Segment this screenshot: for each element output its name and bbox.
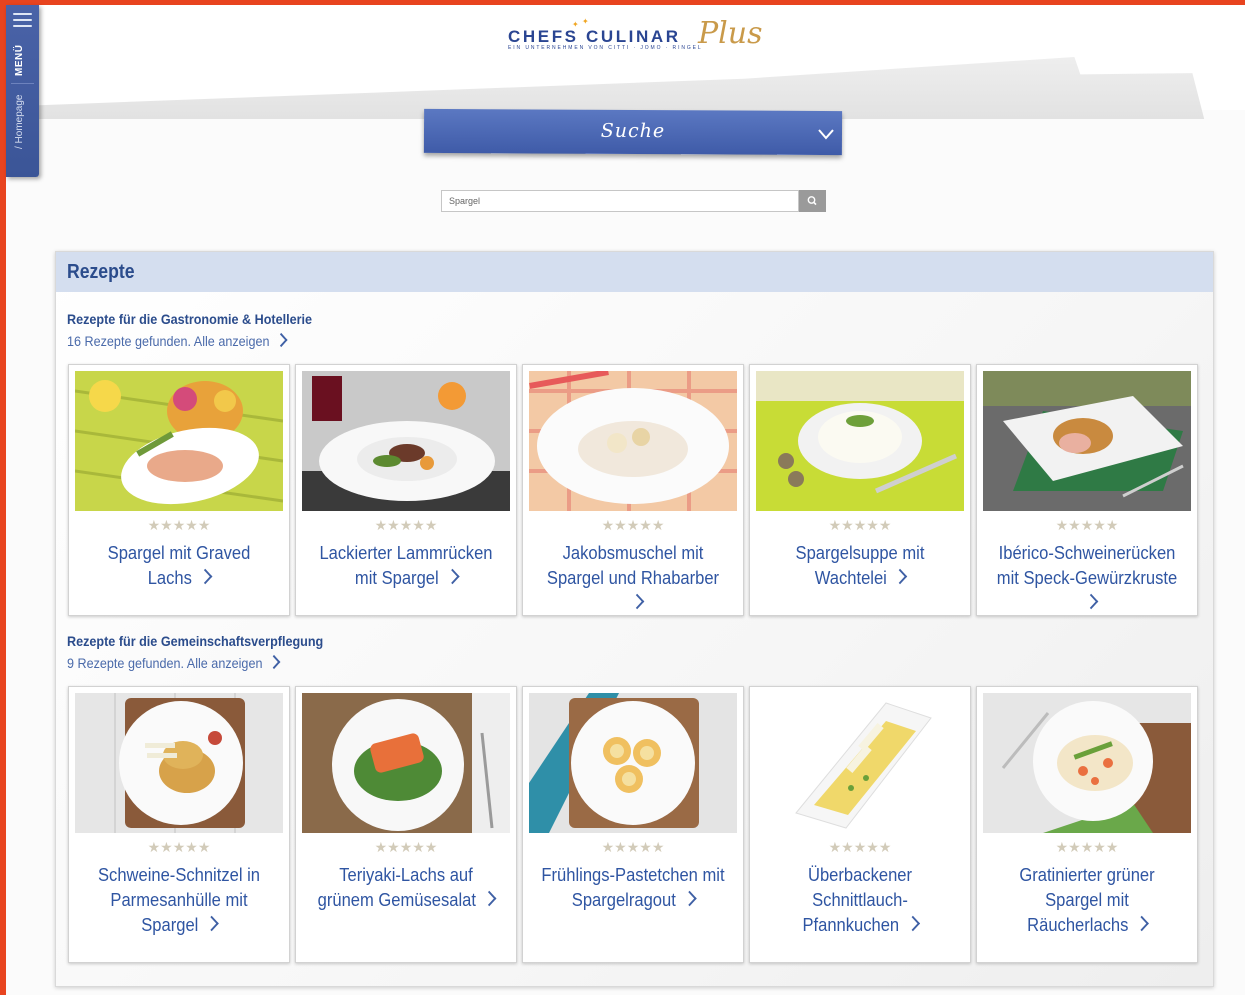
section-title-gastronomie: Rezepte für die Gastronomie & Hotellerie xyxy=(67,311,313,327)
search-button[interactable] xyxy=(799,190,826,212)
recipe-card[interactable]: ★★★★★ Ibérico-Schweinerücken mit Speck-G… xyxy=(976,364,1198,616)
logo-plus-script: Plus xyxy=(698,16,763,51)
rating-stars: ★★★★★ xyxy=(374,839,438,855)
search-bar xyxy=(441,190,826,212)
recipe-image xyxy=(75,693,283,833)
recipe-card[interactable]: ★★★★★ Schweine-Schnitzel in Parmesanhüll… xyxy=(68,686,290,963)
chevron-right-icon xyxy=(682,890,697,907)
chevron-right-icon xyxy=(267,654,281,670)
menu-divider xyxy=(11,83,34,84)
logo-subtitle: EIN UNTERNEHMEN VON CITTI · JOMO · RINGE… xyxy=(508,45,703,51)
recipe-title-text: Frühlings-Pastetchen mit Spargelragout xyxy=(541,865,725,910)
search-icon xyxy=(807,196,817,206)
rating-stars: ★★★★★ xyxy=(1055,517,1119,533)
recipe-card[interactable]: ★★★★★ Spargel mit Graved Lachs xyxy=(68,364,290,616)
recipe-title[interactable]: Frühlings-Pastetchen mit Spargelragout xyxy=(539,863,727,913)
show-all-link-gastronomie[interactable]: 16 Rezepte gefunden. Alle anzeigen xyxy=(67,332,288,349)
recipe-title[interactable]: Gratinierter grüner Spargel mit Räucherl… xyxy=(993,863,1181,938)
recipe-image xyxy=(75,371,283,511)
rating-stars: ★★★★★ xyxy=(1055,839,1119,855)
rating-stars: ★★★★★ xyxy=(828,839,892,855)
recipe-title[interactable]: Jakobsmuschel mit Spargel und Rhabarber xyxy=(539,541,727,616)
rating-stars: ★★★★★ xyxy=(147,839,211,855)
side-menu-tab[interactable]: MENÜ / Homepage xyxy=(6,5,39,177)
chevron-down-icon xyxy=(818,129,834,140)
recipe-title-text: Lackierter Lammrücken mit Spargel xyxy=(319,543,493,588)
recipe-title-text: Spargel mit Graved Lachs xyxy=(107,543,251,588)
search-input[interactable] xyxy=(441,190,799,212)
chevron-right-icon xyxy=(905,915,920,932)
recipe-image xyxy=(302,693,510,833)
recipe-card[interactable]: ★★★★★ Jakobsmuschel mit Spargel und Rhab… xyxy=(522,364,744,616)
recipe-title[interactable]: Spargel mit Graved Lachs xyxy=(85,541,273,591)
section-title-gemeinschaft: Rezepte für die Gemeinschaftsverpflegung xyxy=(67,633,324,649)
show-all-link-label: 9 Rezepte gefunden. Alle anzeigen xyxy=(67,655,263,671)
rating-stars: ★★★★★ xyxy=(601,517,665,533)
show-all-link-gemeinschaft[interactable]: 9 Rezepte gefunden. Alle anzeigen xyxy=(67,654,281,671)
search-banner-title: Suche xyxy=(600,119,666,143)
recipe-card[interactable]: ★★★★★ Lackierter Lammrücken mit Spargel xyxy=(295,364,517,616)
recipe-title[interactable]: Lackierter Lammrücken mit Spargel xyxy=(312,541,500,591)
recipe-title-text: Gratinierter grüner Spargel mit Räucherl… xyxy=(1019,865,1155,935)
show-all-link-label: 16 Rezepte gefunden. Alle anzeigen xyxy=(67,333,270,349)
rating-stars: ★★★★★ xyxy=(828,517,892,533)
recipe-card[interactable]: ★★★★★ Spargelsuppe mit Wachtelei xyxy=(749,364,971,616)
homepage-link[interactable]: / Homepage xyxy=(14,91,30,153)
recipe-title-text: Spargelsuppe mit Wachtelei xyxy=(795,543,925,588)
rating-stars: ★★★★★ xyxy=(601,839,665,855)
recipe-card[interactable]: ★★★★★ Frühlings-Pastetchen mit Spargelra… xyxy=(522,686,744,963)
recipes-panel-header: Rezepte xyxy=(56,252,1213,292)
rating-stars: ★★★★★ xyxy=(147,517,211,533)
logo-star-icon: ✦ xyxy=(582,17,589,26)
recipe-title[interactable]: Spargelsuppe mit Wachtelei xyxy=(766,541,954,591)
recipe-image xyxy=(983,693,1191,833)
chevron-right-icon xyxy=(204,915,219,932)
menu-label[interactable]: MENÜ xyxy=(14,43,30,77)
chefs-culinar-logo[interactable]: ✦ ✦ CHEFS CULINAR EIN UNTERNEHMEN VON CI… xyxy=(506,16,768,57)
chevron-right-icon xyxy=(444,568,460,585)
recipe-card[interactable]: ★★★★★ Teriyaki-Lachs auf grünem Gemüsesa… xyxy=(295,686,517,963)
recipe-card[interactable]: ★★★★★ Gratinierter grüner Spargel mit Rä… xyxy=(976,686,1198,963)
recipe-image xyxy=(302,371,510,511)
recipe-title-text: Schweine-Schnitzel in Parmesanhülle mit … xyxy=(97,865,261,935)
chevron-right-icon xyxy=(1134,915,1149,932)
chevron-right-icon xyxy=(1083,593,1099,610)
chevron-right-icon xyxy=(198,568,213,585)
recipe-title-text: Ibérico-Schweinerücken mit Speck-Gewürzk… xyxy=(996,543,1178,588)
recipe-image xyxy=(756,693,964,833)
recipe-title[interactable]: Überbackener Schnittlauch-Pfannkuchen xyxy=(766,863,954,938)
recipe-title[interactable]: Teriyaki-Lachs auf grünem Gemüsesalat xyxy=(312,863,500,913)
recipe-image xyxy=(529,693,737,833)
recipe-title-text: Jakobsmuschel mit Spargel und Rhabarber xyxy=(546,543,720,588)
recipe-title[interactable]: Schweine-Schnitzel in Parmesanhülle mit … xyxy=(85,863,273,938)
recipe-card[interactable]: ★★★★★ Überbackener Schnittlauch-Pfannkuc… xyxy=(749,686,971,963)
rating-stars: ★★★★★ xyxy=(374,517,438,533)
hamburger-icon[interactable] xyxy=(13,13,32,31)
recipe-title-text: Überbackener Schnittlauch-Pfannkuchen xyxy=(802,865,913,935)
recipe-title[interactable]: Ibérico-Schweinerücken mit Speck-Gewürzk… xyxy=(993,541,1181,616)
chevron-right-icon xyxy=(893,568,908,585)
search-banner-toggle[interactable]: Suche xyxy=(423,108,843,156)
chevron-right-icon xyxy=(482,890,497,907)
logo-text: CHEFS CULINAR xyxy=(508,27,681,46)
recipes-panel: Rezepte Rezepte für die Gastronomie & Ho… xyxy=(55,251,1214,987)
recipe-image xyxy=(756,371,964,511)
recipe-image xyxy=(529,371,737,511)
recipe-image xyxy=(983,371,1191,511)
recipe-title-text: Teriyaki-Lachs auf grünem Gemüsesalat xyxy=(317,865,476,910)
chevron-right-icon xyxy=(274,332,288,348)
chevron-right-icon xyxy=(629,593,645,610)
recipes-panel-title: Rezepte xyxy=(67,261,135,283)
